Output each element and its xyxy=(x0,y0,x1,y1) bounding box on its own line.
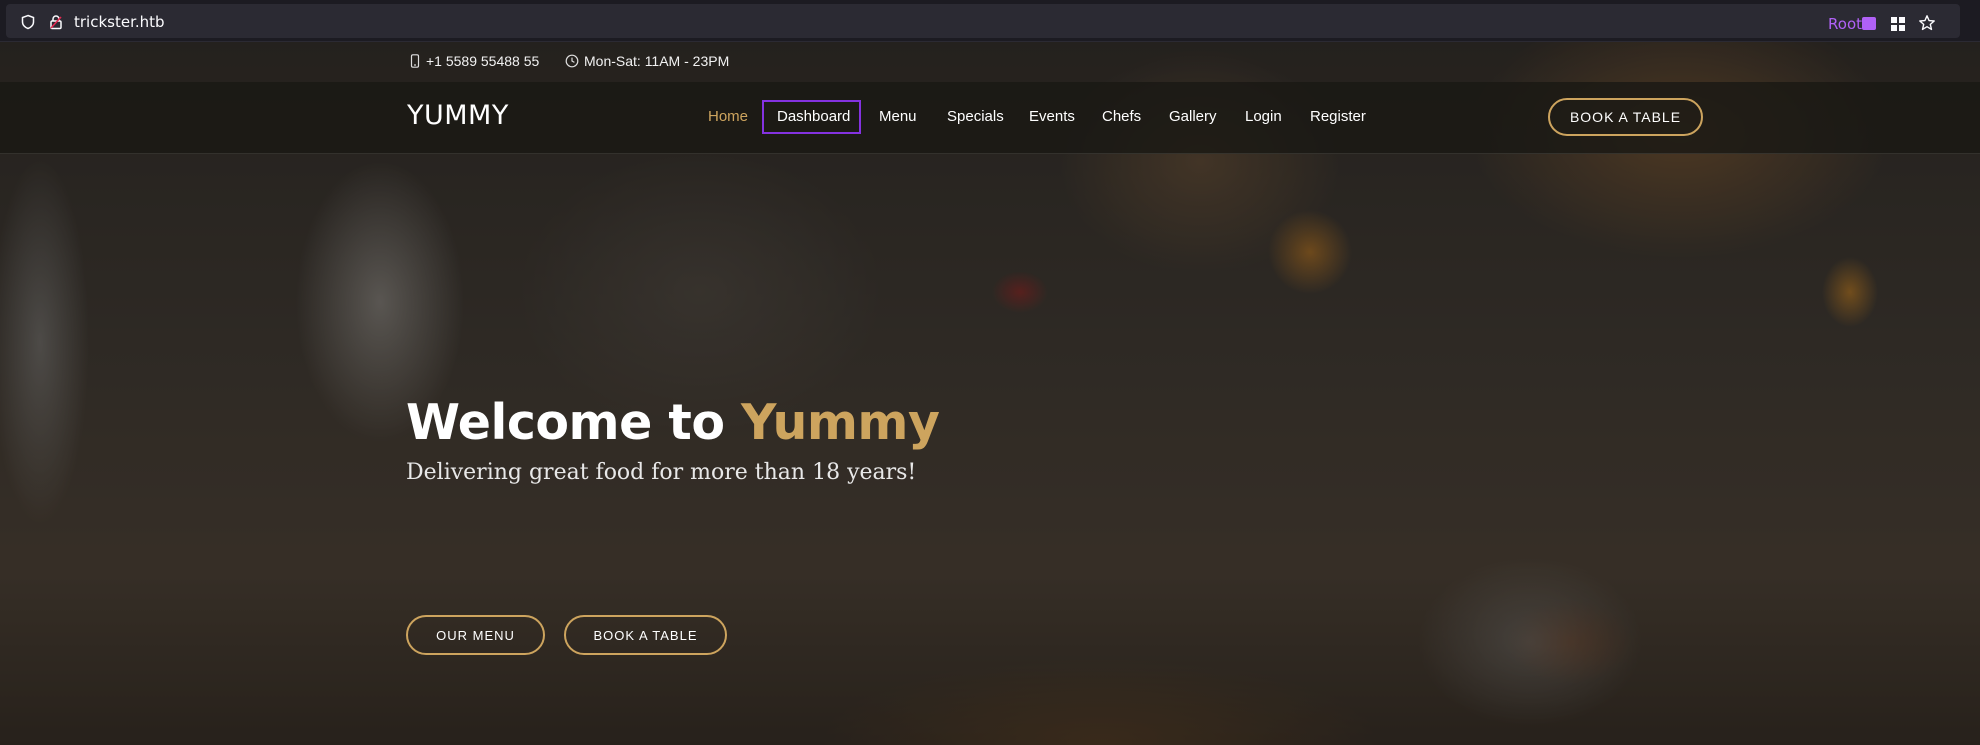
nav-chefs[interactable]: Chefs xyxy=(1102,108,1141,125)
clock-icon xyxy=(565,54,579,68)
topbar-hours: Mon-Sat: 11AM - 23PM xyxy=(584,53,730,69)
shield-icon[interactable] xyxy=(20,14,36,30)
nav-events[interactable]: Events xyxy=(1029,108,1075,125)
top-info-bar: +1 5589 55488 55 Mon-Sat: 11AM - 23PM xyxy=(0,42,1980,82)
browser-toolbar: trickster.htb Root xyxy=(0,0,1980,42)
hero-section: +1 5589 55488 55 Mon-Sat: 11AM - 23PM YU… xyxy=(0,42,1980,745)
nav-menu[interactable]: Menu xyxy=(879,108,917,125)
url-text[interactable]: trickster.htb xyxy=(74,13,165,31)
nav-home[interactable]: Home xyxy=(708,108,748,125)
main-navbar: YUMMY Home Dashboard Menu Specials Event… xyxy=(0,82,1980,154)
nav-login[interactable]: Login xyxy=(1245,108,1282,125)
hero-subtitle: Delivering great food for more than 18 y… xyxy=(406,460,917,485)
hero-title: Welcome to Yummy xyxy=(406,394,940,451)
book-table-hero-button[interactable]: BOOK A TABLE xyxy=(564,615,727,655)
bookmark-star-icon[interactable] xyxy=(1918,14,1936,32)
container-label[interactable]: Root xyxy=(1828,15,1862,33)
phone-icon xyxy=(410,54,420,68)
nav-gallery[interactable]: Gallery xyxy=(1169,108,1217,125)
hero-title-accent: Yummy xyxy=(741,394,940,451)
nav-dashboard[interactable]: Dashboard xyxy=(777,108,850,125)
hero-title-prefix: Welcome to xyxy=(406,394,742,451)
our-menu-button[interactable]: OUR MENU xyxy=(406,615,545,655)
topbar-phone: +1 5589 55488 55 xyxy=(426,53,540,69)
extensions-icon[interactable] xyxy=(1890,16,1906,32)
nav-register[interactable]: Register xyxy=(1310,108,1366,125)
briefcase-icon[interactable] xyxy=(1862,17,1876,30)
nav-specials[interactable]: Specials xyxy=(947,108,1004,125)
site-logo[interactable]: YUMMY xyxy=(407,100,509,131)
book-table-nav-button[interactable]: BOOK A TABLE xyxy=(1548,98,1703,136)
address-bar[interactable]: trickster.htb Root xyxy=(6,4,1960,38)
lock-icon[interactable] xyxy=(48,14,64,30)
